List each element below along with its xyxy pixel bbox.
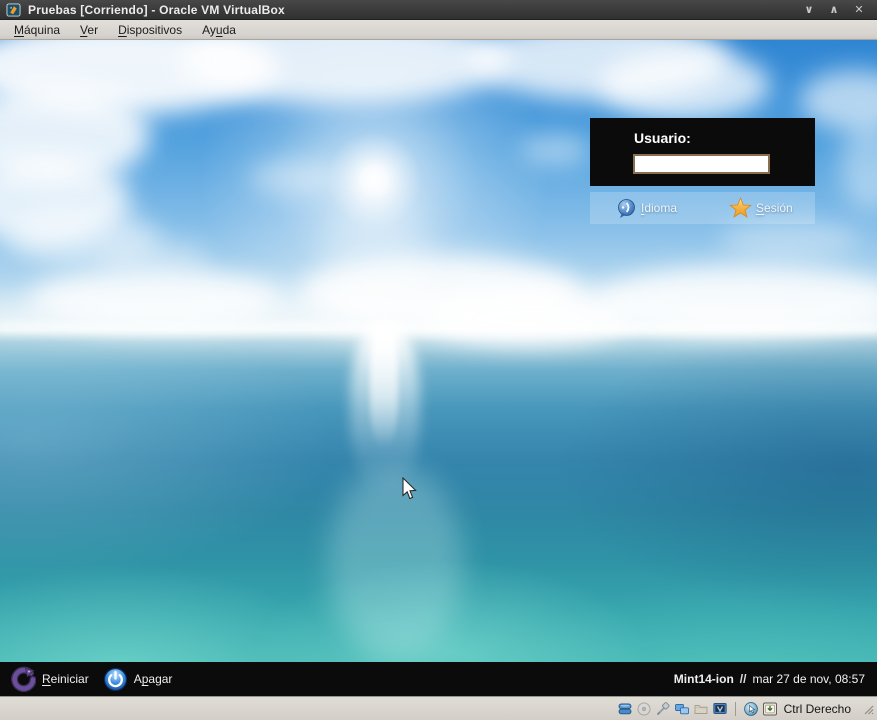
host-key-icon[interactable] xyxy=(762,701,778,717)
mouse-integration-icon[interactable] xyxy=(743,701,759,717)
resize-grip[interactable] xyxy=(862,703,874,715)
close-button[interactable]: ✕ xyxy=(851,1,867,19)
virtualbox-app-icon xyxy=(6,3,21,17)
cloud xyxy=(430,290,630,345)
power-icon xyxy=(103,667,128,692)
title-bar[interactable]: Pruebas [Corriendo] - Oracle VM VirtualB… xyxy=(0,0,877,20)
menu-ayuda[interactable]: Ayuda xyxy=(192,21,246,39)
cloud xyxy=(250,160,340,195)
network-icon[interactable] xyxy=(674,701,690,717)
language-button[interactable]: Idioma xyxy=(616,198,677,219)
clock-label: mar 27 de nov, 08:57 xyxy=(752,672,865,686)
sun-reflection-core xyxy=(370,323,398,448)
menu-dispositivos[interactable]: Dispositivos xyxy=(108,21,192,39)
virtualbox-window: Pruebas [Corriendo] - Oracle VM VirtualB… xyxy=(0,0,877,720)
cloud xyxy=(720,220,860,260)
username-input[interactable] xyxy=(633,154,770,174)
sun-beam xyxy=(322,190,427,340)
restart-icon xyxy=(10,666,36,692)
username-label: Usuario: xyxy=(634,130,691,146)
session-button[interactable]: Sesión xyxy=(729,197,793,219)
cloud xyxy=(600,50,770,120)
minimize-button[interactable]: ∨ xyxy=(801,1,817,19)
mdm-action-bar: Reiniciar Apagar Mint14-ion // mar 27 de… xyxy=(0,662,877,696)
login-box: Usuario: xyxy=(590,118,815,186)
usb-icon[interactable] xyxy=(655,701,671,717)
language-balloon-icon xyxy=(616,198,637,219)
hard-disks-icon[interactable] xyxy=(617,701,633,717)
display-icon[interactable] xyxy=(712,701,728,717)
status-bar: Ctrl Derecho xyxy=(0,696,877,720)
horizon-glow xyxy=(0,322,877,331)
cloud xyxy=(520,135,590,165)
shutdown-button[interactable]: Apagar xyxy=(103,667,173,692)
session-star-icon xyxy=(729,197,752,219)
mouse-cursor xyxy=(402,477,419,502)
window-title: Pruebas [Corriendo] - Oracle VM VirtualB… xyxy=(28,3,285,17)
sun-reflection-shimmer xyxy=(328,465,463,660)
hostname-label: Mint14-ion xyxy=(674,672,734,686)
vm-display: Usuario: Idioma Sesión xyxy=(0,40,877,696)
host-key-label: Ctrl Derecho xyxy=(784,702,851,716)
statusbar-separator xyxy=(735,702,736,716)
hostname-separator: // xyxy=(740,672,747,686)
optical-drives-icon[interactable] xyxy=(636,701,652,717)
menu-maquina[interactable]: Máquina xyxy=(4,21,70,39)
maximize-button[interactable]: ∧ xyxy=(826,1,842,19)
login-actions-strip: Idioma Sesión xyxy=(590,192,815,224)
cloud xyxy=(30,268,280,328)
restart-button[interactable]: Reiniciar xyxy=(10,666,89,692)
menu-ver[interactable]: Ver xyxy=(70,21,108,39)
shared-folders-icon[interactable] xyxy=(693,701,709,717)
menu-bar: Máquina Ver Dispositivos Ayuda xyxy=(0,20,877,40)
